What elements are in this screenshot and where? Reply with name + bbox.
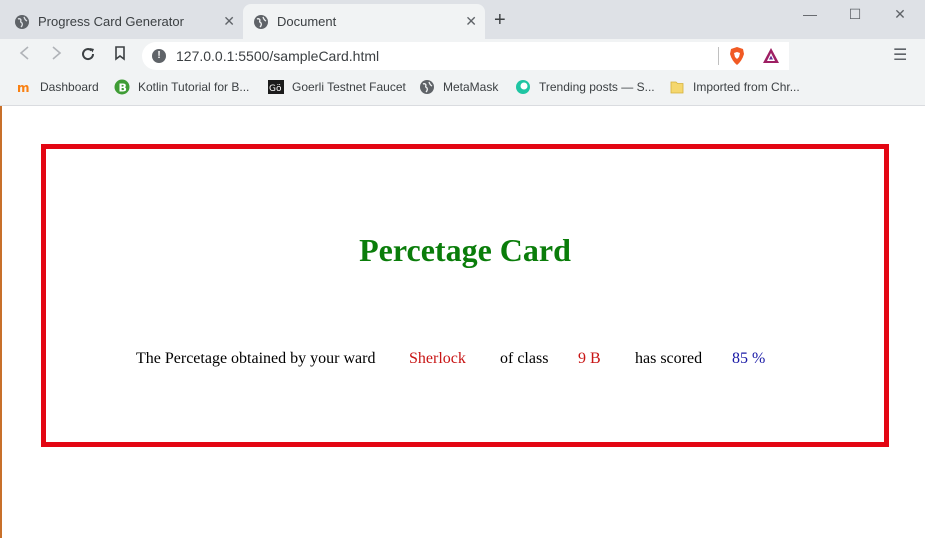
divider <box>718 47 719 65</box>
menu-icon[interactable]: ☰ <box>893 46 907 66</box>
svg-text:Gö: Gö <box>269 84 282 94</box>
scored-label: has scored <box>635 350 703 367</box>
reload-icon <box>82 48 95 61</box>
bookmarks-bar: m Dashboard B Kotlin Tutorial for B... G… <box>0 73 925 106</box>
card-title: Percetage Card <box>359 232 571 268</box>
class-value: 9 B <box>578 350 601 367</box>
globe-icon <box>420 80 434 94</box>
bookmark-label: Imported from Chr... <box>693 80 800 94</box>
tab-progress-card-generator[interactable]: Progress Card Generator ✕ <box>0 4 243 39</box>
student-name: Sherlock <box>409 350 466 367</box>
close-window-button[interactable]: ✕ <box>880 4 920 24</box>
moodle-icon: m <box>17 81 30 95</box>
score-value: 85 % <box>732 350 766 367</box>
folder-icon <box>670 81 684 94</box>
tab-title: Document <box>277 14 337 29</box>
forward-button[interactable] <box>46 46 66 66</box>
class-label: of class <box>500 350 549 367</box>
globe-icon <box>15 15 29 29</box>
svg-text:m: m <box>17 81 30 95</box>
bookmark-button[interactable] <box>110 46 130 66</box>
site-info-icon[interactable]: ! <box>152 49 166 63</box>
brave-rewards-icon[interactable] <box>761 46 781 66</box>
close-icon[interactable]: ✕ <box>223 13 235 29</box>
bookmark-metamask[interactable]: MetaMask <box>419 79 498 95</box>
new-tab-button[interactable]: + <box>494 10 506 30</box>
address-bar[interactable]: ! 127.0.0.1:5500/sampleCard.html <box>142 42 789 70</box>
goerli-icon: Gö <box>268 80 284 94</box>
forward-arrow-icon <box>52 46 62 60</box>
tab-strip: Progress Card Generator ✕ Document ✕ + —… <box>0 0 925 39</box>
back-arrow-icon <box>19 46 29 60</box>
globe-icon <box>254 15 268 29</box>
url-text[interactable]: 127.0.0.1:5500/sampleCard.html <box>176 48 379 64</box>
bookmark-kotlin[interactable]: B Kotlin Tutorial for B... <box>114 79 249 95</box>
close-icon[interactable]: ✕ <box>465 13 477 29</box>
page-content: Percetage Card The Percetage obtained by… <box>0 106 925 538</box>
bookmark-label: Kotlin Tutorial for B... <box>138 80 250 94</box>
bookmark-label: MetaMask <box>443 80 499 94</box>
minimize-button[interactable]: — <box>790 4 830 24</box>
back-button[interactable] <box>15 46 35 66</box>
bookmark-dashboard[interactable]: m Dashboard <box>16 79 99 95</box>
tab-document[interactable]: Document ✕ <box>243 4 485 39</box>
bookmark-label: Trending posts — S... <box>539 80 655 94</box>
toolbar: ! 127.0.0.1:5500/sampleCard.html ☰ <box>0 39 925 73</box>
bookmark-trending[interactable]: Trending posts — S... <box>515 79 655 95</box>
reload-button[interactable] <box>78 46 98 66</box>
percentage-card: Percetage Card The Percetage obtained by… <box>41 144 889 447</box>
trending-icon <box>516 80 530 94</box>
kotlin-b-icon: B <box>114 79 130 95</box>
sentence-start: The Percetage obtained by your ward <box>136 350 376 367</box>
tab-title: Progress Card Generator <box>38 14 184 29</box>
browser-window: Progress Card Generator ✕ Document ✕ + —… <box>0 0 925 538</box>
bookmark-label: Dashboard <box>40 80 99 94</box>
maximize-button[interactable]: ☐ <box>835 4 875 24</box>
bookmark-label: Goerli Testnet Faucet <box>292 80 406 94</box>
bookmark-imported-folder[interactable]: Imported from Chr... <box>669 79 800 95</box>
bookmark-goerli[interactable]: Gö Goerli Testnet Faucet <box>268 79 406 95</box>
brave-shield-icon[interactable] <box>727 46 747 66</box>
svg-text:B: B <box>119 82 127 95</box>
bookmark-icon <box>115 46 125 61</box>
